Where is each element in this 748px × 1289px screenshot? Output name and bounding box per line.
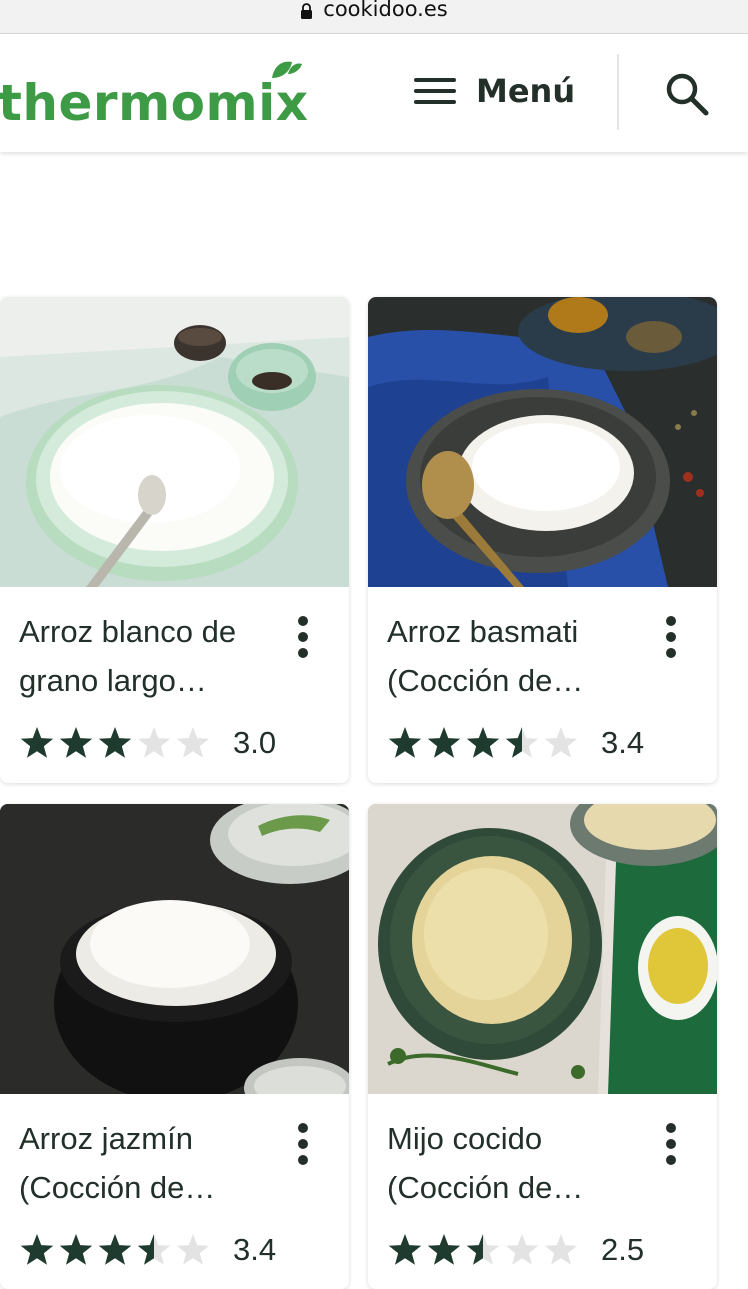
star-rating: 3.4 [19, 1232, 276, 1268]
more-options-icon[interactable] [659, 613, 683, 661]
recipe-title[interactable]: Arroz blanco de grano largo… [19, 607, 289, 705]
star-rating: 3.4 [387, 725, 644, 761]
rating-stars [20, 727, 210, 758]
lock-icon [301, 3, 313, 19]
recipe-card[interactable]: Arroz basmati (Cocción de… 3.4 [368, 297, 717, 783]
menu-icon [414, 78, 456, 104]
star-filled [20, 1234, 54, 1265]
rating-value: 3.4 [233, 1232, 277, 1267]
star-filled [427, 1234, 461, 1265]
recipe-photo-basmati-rice [368, 297, 717, 587]
recipe-title[interactable]: Arroz basmati (Cocción de… [387, 607, 657, 705]
star-filled [59, 727, 93, 758]
star-rating: 2.5 [387, 1232, 644, 1268]
more-options-icon[interactable] [659, 1120, 683, 1168]
star-empty [176, 1234, 210, 1265]
star-filled [20, 727, 54, 758]
search-icon[interactable] [664, 71, 710, 117]
star-filled [59, 1234, 93, 1265]
recipe-card[interactable]: Mijo cocido (Cocción de… 2.5 [368, 804, 717, 1289]
recipe-photo-millet [368, 804, 717, 1094]
rating-value: 2.5 [601, 1232, 645, 1267]
leaf-icon [272, 61, 302, 78]
recipe-photo-jasmine-rice [0, 804, 349, 1094]
thermomix-logo[interactable]: thermomix [0, 54, 309, 134]
recipe-photo-white-rice [0, 297, 349, 587]
rating-value: 3.0 [233, 725, 277, 760]
browser-url-bar[interactable]: cookidoo.es [0, 0, 748, 34]
more-options-icon[interactable] [291, 1120, 315, 1168]
url-text: cookidoo.es [323, 0, 448, 21]
star-filled [427, 727, 461, 758]
star-empty [176, 727, 210, 758]
header-divider [617, 54, 619, 130]
recipe-title[interactable]: Mijo cocido (Cocción de… [387, 1114, 657, 1212]
site-header: thermomix Menú [0, 34, 748, 152]
menu-button[interactable]: Menú [412, 72, 575, 110]
logo-text: thermomix [0, 74, 309, 132]
rating-stars [388, 1234, 578, 1265]
recipe-title[interactable]: Arroz jazmín (Cocción de… [19, 1114, 289, 1212]
star-filled [98, 1234, 132, 1265]
star-filled [98, 727, 132, 758]
menu-label: Menú [476, 72, 576, 110]
star-empty [544, 1234, 578, 1265]
star-empty [544, 727, 578, 758]
rating-stars [388, 727, 578, 758]
more-options-icon[interactable] [291, 613, 315, 661]
star-rating: 3.0 [19, 725, 276, 761]
rating-value: 3.4 [601, 725, 645, 760]
recipe-card[interactable]: Arroz jazmín (Cocción de… 3.4 [0, 804, 349, 1289]
recipe-card[interactable]: Arroz blanco de grano largo… 3.0 [0, 297, 349, 783]
star-filled [466, 727, 500, 758]
star-empty [505, 1234, 539, 1265]
star-filled [388, 1234, 422, 1265]
rating-stars [20, 1234, 210, 1265]
star-filled [388, 727, 422, 758]
star-empty [137, 727, 171, 758]
